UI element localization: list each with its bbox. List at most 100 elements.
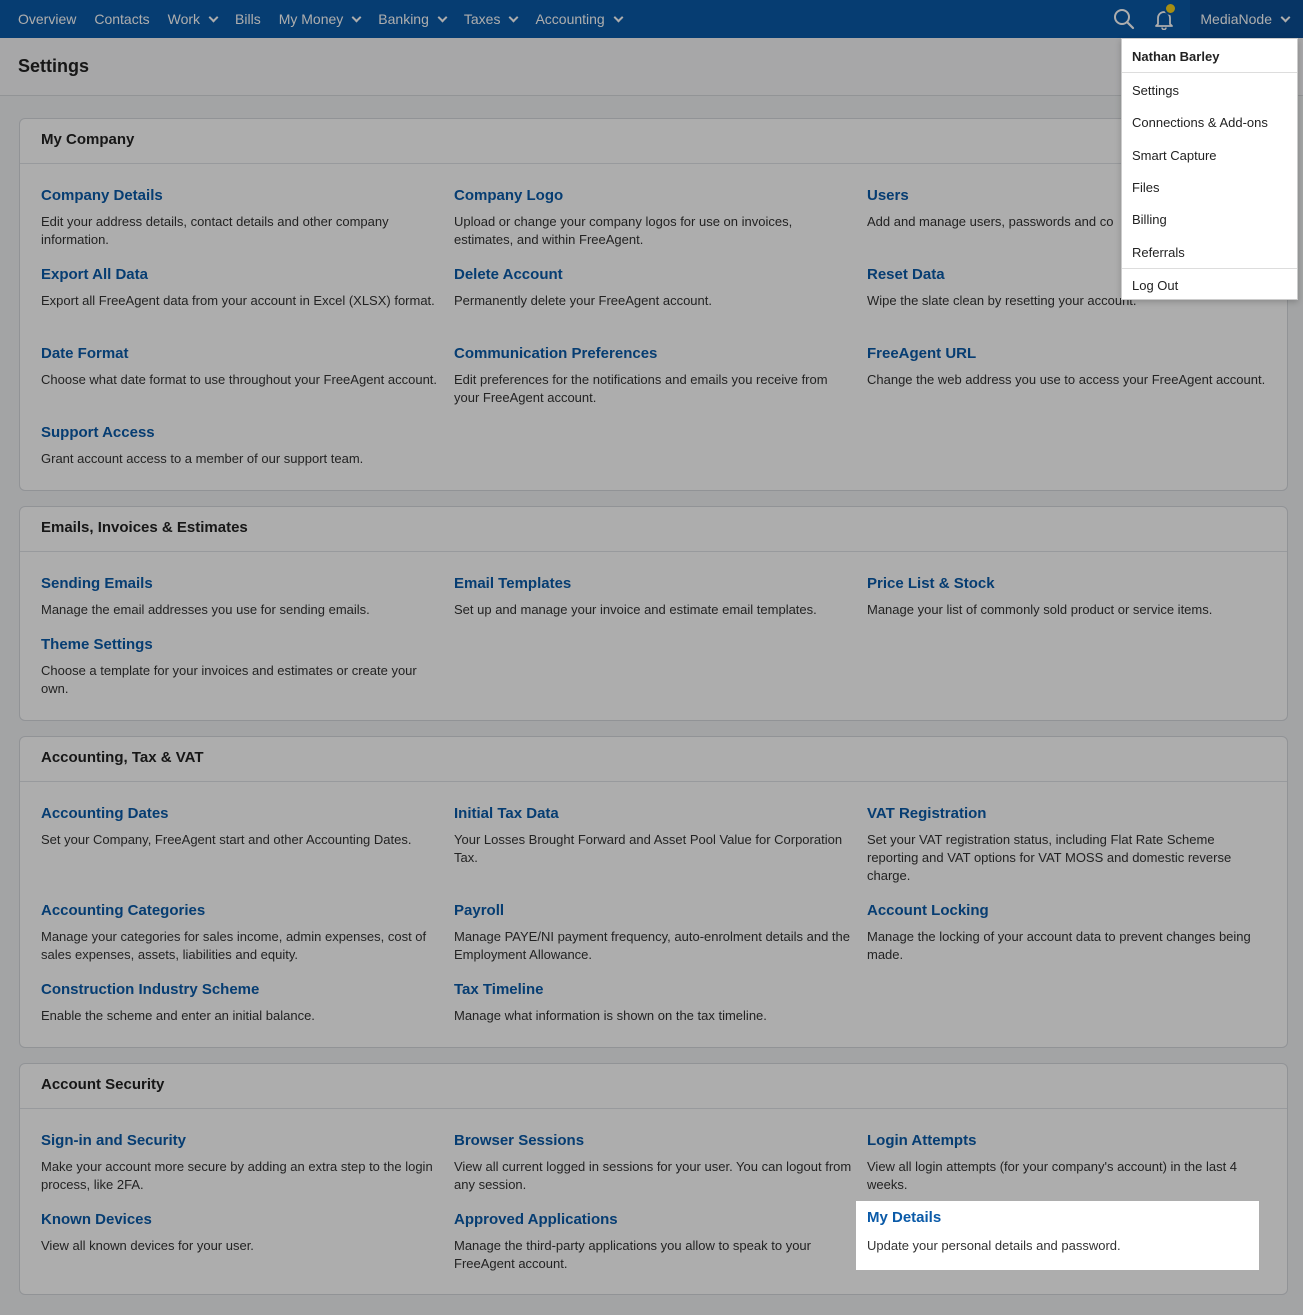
- nav-label: Overview: [18, 11, 77, 27]
- setting-link[interactable]: Accounting Categories: [41, 901, 441, 921]
- setting-item: Known Devices View all known devices for …: [41, 1210, 441, 1255]
- setting-description: Choose what date format to use throughou…: [41, 372, 438, 387]
- search-button[interactable]: [1104, 0, 1144, 38]
- menu-item-referrals[interactable]: Referrals: [1132, 245, 1185, 260]
- nav-label: Accounting: [535, 11, 605, 27]
- setting-link[interactable]: Browser Sessions: [454, 1131, 854, 1151]
- highlighted-setting-my-details: My Details Update your personal details …: [856, 1201, 1259, 1270]
- menu-item-log-out[interactable]: Log Out: [1132, 278, 1178, 293]
- nav-right-group: MediaNode: [1104, 0, 1303, 38]
- menu-divider: [1122, 72, 1297, 73]
- nav-banking[interactable]: Banking: [369, 0, 455, 38]
- setting-link[interactable]: Date Format: [41, 344, 441, 364]
- menu-item-connections[interactable]: Connections & Add-ons: [1132, 115, 1268, 130]
- page-header: Settings: [0, 38, 1303, 96]
- setting-description: Manage the third-party applications you …: [454, 1238, 811, 1271]
- my-details-description: Update your personal details and passwor…: [867, 1238, 1121, 1253]
- nav-contacts[interactable]: Contacts: [85, 0, 158, 38]
- chevron-down-icon: [509, 12, 519, 22]
- menu-item-files[interactable]: Files: [1132, 180, 1159, 195]
- setting-item: Tax Timeline Manage what information is s…: [454, 980, 854, 1025]
- menu-item-billing[interactable]: Billing: [1132, 212, 1167, 227]
- setting-item: Login Attempts View all login attempts (f…: [867, 1131, 1267, 1194]
- setting-link[interactable]: Account Locking: [867, 901, 1267, 921]
- nav-label: Taxes: [463, 11, 501, 27]
- setting-item: Accounting Categories Manage your categor…: [41, 901, 441, 964]
- setting-description: Export all FreeAgent data from your acco…: [41, 293, 435, 308]
- setting-link[interactable]: Company Logo: [454, 186, 854, 206]
- setting-item: Company Details Edit your address details…: [41, 186, 441, 249]
- setting-item: Accounting Dates Set your Company, FreeAg…: [41, 804, 441, 849]
- nav-bills[interactable]: Bills: [226, 0, 270, 38]
- nav-work[interactable]: Work: [159, 0, 226, 38]
- section-accounting-tax-vat: Accounting, Tax & VAT Accounting Dates Se…: [19, 736, 1288, 1048]
- menu-divider: [1122, 268, 1297, 269]
- setting-item: Browser Sessions View all current logged …: [454, 1131, 854, 1194]
- section-title: Emails, Invoices & Estimates: [20, 507, 1287, 552]
- setting-link[interactable]: Delete Account: [454, 265, 854, 285]
- section-emails-invoices: Emails, Invoices & Estimates Sending Ema…: [19, 506, 1288, 721]
- setting-description: Set your Company, FreeAgent start and ot…: [41, 832, 412, 847]
- setting-description: Edit preferences for the notifications a…: [454, 372, 828, 405]
- nav-label: Bills: [235, 11, 261, 27]
- setting-link[interactable]: Email Templates: [454, 574, 854, 594]
- setting-item: Date Format Choose what date format to us…: [41, 344, 441, 389]
- nav-label: Banking: [378, 11, 429, 27]
- section-title: My Company: [20, 119, 1287, 164]
- setting-link[interactable]: Sending Emails: [41, 574, 441, 594]
- account-menu-button[interactable]: MediaNode: [1190, 0, 1303, 38]
- setting-description: Your Losses Brought Forward and Asset Po…: [454, 832, 843, 865]
- setting-link[interactable]: Price List & Stock: [867, 574, 1267, 594]
- section-title: Accounting, Tax & VAT: [20, 737, 1287, 782]
- setting-link[interactable]: VAT Registration: [867, 804, 1267, 824]
- setting-link[interactable]: Initial Tax Data: [454, 804, 854, 824]
- chevron-down-icon: [437, 12, 448, 22]
- setting-link[interactable]: Export All Data: [41, 265, 441, 285]
- setting-link[interactable]: FreeAgent URL: [867, 344, 1267, 364]
- setting-item: Construction Industry Scheme Enable the s…: [41, 980, 441, 1025]
- nav-accounting[interactable]: Accounting: [526, 0, 630, 38]
- nav-my-money[interactable]: My Money: [270, 0, 370, 38]
- setting-link[interactable]: Accounting Dates: [41, 804, 441, 824]
- setting-link[interactable]: Login Attempts: [867, 1131, 1267, 1151]
- setting-item: Approved Applications Manage the third-pa…: [454, 1210, 854, 1273]
- setting-link[interactable]: Approved Applications: [454, 1210, 854, 1230]
- setting-link[interactable]: Construction Industry Scheme: [41, 980, 441, 1000]
- setting-item: Initial Tax Data Your Losses Brought Forw…: [454, 804, 854, 867]
- setting-description: Manage the email addresses you use for s…: [41, 602, 370, 617]
- setting-description: Manage your list of commonly sold produc…: [867, 602, 1213, 617]
- setting-link[interactable]: Theme Settings: [41, 635, 441, 655]
- chevron-down-icon: [613, 12, 624, 22]
- menu-item-settings[interactable]: Settings: [1132, 83, 1179, 98]
- notifications-button[interactable]: [1144, 0, 1184, 38]
- chevron-down-icon: [208, 12, 219, 22]
- account-name: MediaNode: [1200, 11, 1272, 27]
- nav-taxes[interactable]: Taxes: [455, 0, 527, 38]
- setting-item: Export All Data Export all FreeAgent data…: [41, 265, 441, 310]
- menu-item-smart-capture[interactable]: Smart Capture: [1132, 148, 1217, 163]
- setting-description: Manage the locking of your account data …: [867, 929, 1251, 962]
- chevron-down-icon: [351, 12, 362, 22]
- setting-link[interactable]: Support Access: [41, 423, 441, 443]
- setting-item: Communication Preferences Edit preference…: [454, 344, 854, 407]
- setting-description: Upload or change your company logos for …: [454, 214, 793, 247]
- my-details-link[interactable]: My Details: [867, 1209, 941, 1226]
- setting-description: Permanently delete your FreeAgent accoun…: [454, 293, 712, 308]
- setting-description: Make your account more secure by adding …: [41, 1159, 433, 1192]
- setting-link[interactable]: Communication Preferences: [454, 344, 854, 364]
- setting-link[interactable]: Known Devices: [41, 1210, 441, 1230]
- setting-link[interactable]: Tax Timeline: [454, 980, 854, 1000]
- nav-label: My Money: [278, 11, 344, 27]
- setting-link[interactable]: Payroll: [454, 901, 854, 921]
- setting-link[interactable]: Company Details: [41, 186, 441, 206]
- setting-description: Set your VAT registration status, includ…: [867, 832, 1232, 883]
- account-dropdown-menu: Nathan Barley Settings Connections & Add…: [1121, 38, 1298, 300]
- nav-label: Contacts: [94, 11, 150, 27]
- setting-item: Payroll Manage PAYE/NI payment frequency,…: [454, 901, 854, 964]
- setting-item: Company Logo Upload or change your compan…: [454, 186, 854, 249]
- setting-item: Delete Account Permanently delete your Fr…: [454, 265, 854, 310]
- setting-description: View all login attempts (for your compan…: [867, 1159, 1238, 1192]
- nav-overview[interactable]: Overview: [0, 0, 85, 38]
- setting-item: Price List & Stock Manage your list of co…: [867, 574, 1267, 619]
- setting-link[interactable]: Sign-in and Security: [41, 1131, 441, 1151]
